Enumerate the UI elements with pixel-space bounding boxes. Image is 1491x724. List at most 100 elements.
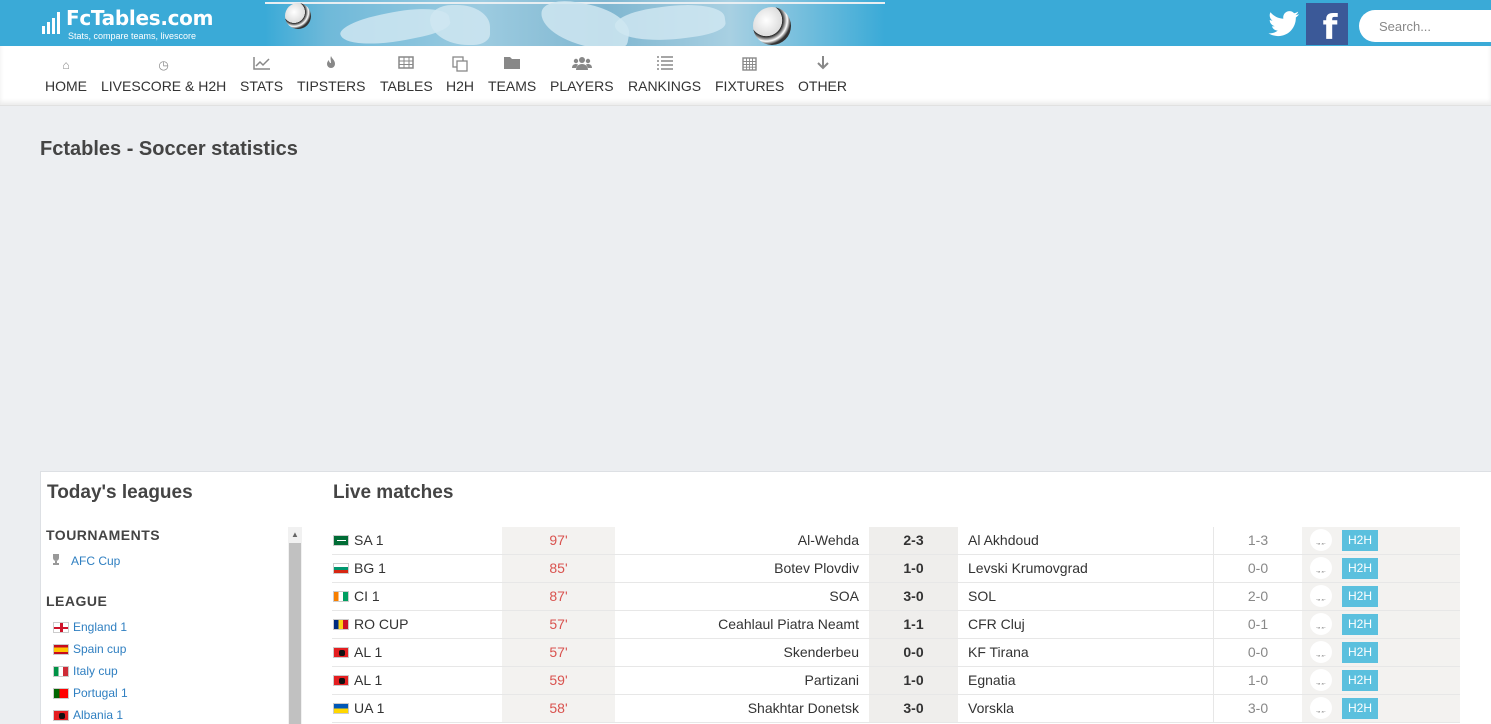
h2h-button[interactable]: H2H — [1342, 698, 1378, 719]
scroll-up-arrow-icon[interactable]: ▲ — [291, 530, 299, 539]
match-away-team[interactable]: Levski Krumovgrad — [958, 555, 1213, 582]
search-input[interactable] — [1359, 10, 1491, 42]
bell-icon[interactable]: 🔔 — [1310, 529, 1332, 551]
arrow-down-icon — [798, 56, 847, 74]
scrollbar-thumb[interactable] — [289, 543, 301, 724]
sidebar-item-label: England 1 — [73, 620, 128, 634]
match-minute: 58' — [502, 695, 615, 722]
sidebar-item-spain-cup[interactable]: Spain cup — [53, 642, 126, 656]
romania-flag-icon — [333, 619, 349, 630]
match-score[interactable]: 2-3 — [869, 527, 958, 554]
logo-bars-icon — [42, 10, 64, 34]
match-home-team[interactable]: Partizani — [615, 667, 869, 694]
match-away-team[interactable]: SOL — [958, 583, 1213, 610]
match-away-team[interactable]: CFR Cluj — [958, 611, 1213, 638]
header-banner-image — [265, 0, 885, 46]
match-score[interactable]: 1-1 — [869, 611, 958, 638]
sidebar-item-portugal-1[interactable]: Portugal 1 — [53, 686, 128, 700]
bulgaria-flag-icon — [333, 563, 349, 574]
match-row[interactable]: UA 1 58' Shakhtar Donetsk 3-0 Vorskla 3-… — [332, 695, 1460, 723]
sidebar-item-afc-cup[interactable]: AFC Cup — [51, 554, 120, 568]
match-home-team[interactable]: Skenderbeu — [615, 639, 869, 666]
match-minute: 57' — [502, 611, 615, 638]
h2h-button[interactable]: H2H — [1342, 558, 1378, 579]
match-home-team[interactable]: SOA — [615, 583, 869, 610]
match-halftime-score: 0-0 — [1213, 555, 1302, 582]
nav-label: STATS — [240, 78, 284, 94]
main-navigation: ⌂ HOME ◷ LIVESCORE & H2H STATS TIPSTERS … — [0, 46, 1491, 106]
nav-livescore-h2h[interactable]: ◷ LIVESCORE & H2H — [101, 56, 226, 94]
match-away-team[interactable]: Al Akhdoud — [958, 527, 1213, 554]
h2h-button[interactable]: H2H — [1342, 586, 1378, 607]
nav-players[interactable]: PLAYERS — [550, 56, 614, 94]
bell-icon[interactable]: 🔔 — [1310, 557, 1332, 579]
match-score[interactable]: 1-0 — [869, 555, 958, 582]
bell-icon[interactable]: 🔔 — [1310, 669, 1332, 691]
clock-icon: ◷ — [158, 58, 169, 72]
nav-fixtures[interactable]: FIXTURES — [715, 56, 784, 94]
nav-tipsters[interactable]: TIPSTERS — [297, 56, 365, 94]
match-row[interactable]: AL 1 59' Partizani 1-0 Egnatia 1-0 🔔 H2H — [332, 667, 1460, 695]
nav-label: RANKINGS — [628, 78, 702, 94]
match-score[interactable]: 0-0 — [869, 639, 958, 666]
match-home-team[interactable]: Ceahlaul Piatra Neamt — [615, 611, 869, 638]
facebook-button[interactable]: f — [1306, 3, 1348, 45]
match-row[interactable]: AL 1 57' Skenderbeu 0-0 KF Tirana 0-0 🔔 H… — [332, 639, 1460, 667]
match-home-team[interactable]: Shakhtar Donetsk — [615, 695, 869, 722]
match-home-team[interactable]: Botev Plovdiv — [615, 555, 869, 582]
live-matches-heading: Live matches — [333, 482, 454, 503]
nav-h2h[interactable]: H2H — [446, 56, 474, 94]
sidebar-item-label: Portugal 1 — [73, 686, 128, 700]
match-row[interactable]: SA 1 97' Al-Wehda 2-3 Al Akhdoud 1-3 🔔 H2… — [332, 527, 1460, 555]
bell-icon[interactable]: 🔔 — [1310, 641, 1332, 663]
h2h-button[interactable]: H2H — [1342, 670, 1378, 691]
sidebar-item-italy-cup[interactable]: Italy cup — [53, 664, 118, 678]
england-flag-icon — [53, 621, 69, 633]
h2h-button[interactable]: H2H — [1342, 530, 1378, 551]
match-score[interactable]: 1-0 — [869, 667, 958, 694]
match-away-team[interactable]: Egnatia — [958, 667, 1213, 694]
match-halftime-score: 0-1 — [1213, 611, 1302, 638]
nav-teams[interactable]: TEAMS — [488, 56, 536, 94]
match-competition: UA 1 — [354, 700, 385, 716]
saudi-flag-icon — [333, 535, 349, 546]
sidebar-item-england-1[interactable]: England 1 — [53, 620, 127, 634]
match-minute: 87' — [502, 583, 615, 610]
match-competition: CI 1 — [354, 588, 380, 604]
fire-icon — [297, 56, 365, 74]
nav-tables[interactable]: TABLES — [380, 56, 433, 94]
nav-label: PLAYERS — [550, 78, 614, 94]
spain-flag-icon — [53, 643, 69, 655]
match-row[interactable]: RO CUP 57' Ceahlaul Piatra Neamt 1-1 CFR… — [332, 611, 1460, 639]
bell-icon[interactable]: 🔔 — [1310, 613, 1332, 635]
bell-icon[interactable]: 🔔 — [1310, 697, 1332, 719]
home-icon: ⌂ — [62, 58, 70, 72]
h2h-button[interactable]: H2H — [1342, 642, 1378, 663]
albania-flag-icon — [333, 675, 349, 686]
h2h-button[interactable]: H2H — [1342, 614, 1378, 635]
match-home-team[interactable]: Al-Wehda — [615, 527, 869, 554]
match-halftime-score: 3-0 — [1213, 695, 1302, 722]
match-row[interactable]: CI 1 87' SOA 3-0 SOL 2-0 🔔 H2H — [332, 583, 1460, 611]
line-chart-icon — [240, 56, 283, 74]
nav-stats[interactable]: STATS — [240, 56, 283, 94]
match-row[interactable]: BG 1 85' Botev Plovdiv 1-0 Levski Krumov… — [332, 555, 1460, 583]
bell-icon[interactable]: 🔔 — [1310, 585, 1332, 607]
italy-flag-icon — [53, 665, 69, 677]
sidebar-item-albania-1[interactable]: Albania 1 — [53, 708, 123, 722]
twitter-button[interactable] — [1263, 3, 1305, 45]
ukraine-flag-icon — [333, 703, 349, 714]
match-score[interactable]: 3-0 — [869, 583, 958, 610]
sidebar-scrollbar[interactable]: ▲ — [288, 527, 302, 724]
nav-label: TEAMS — [488, 78, 537, 94]
nav-rankings[interactable]: RANKINGS — [628, 56, 701, 94]
match-minute: 85' — [502, 555, 615, 582]
sidebar-item-label: AFC Cup — [71, 554, 121, 568]
match-away-team[interactable]: Vorskla — [958, 695, 1213, 722]
nav-label: TIPSTERS — [297, 78, 366, 94]
nav-home[interactable]: ⌂ HOME — [45, 56, 87, 94]
match-away-team[interactable]: KF Tirana — [958, 639, 1213, 666]
match-score[interactable]: 3-0 — [869, 695, 958, 722]
trophy-icon — [51, 554, 65, 568]
nav-other[interactable]: OTHER — [798, 56, 847, 94]
